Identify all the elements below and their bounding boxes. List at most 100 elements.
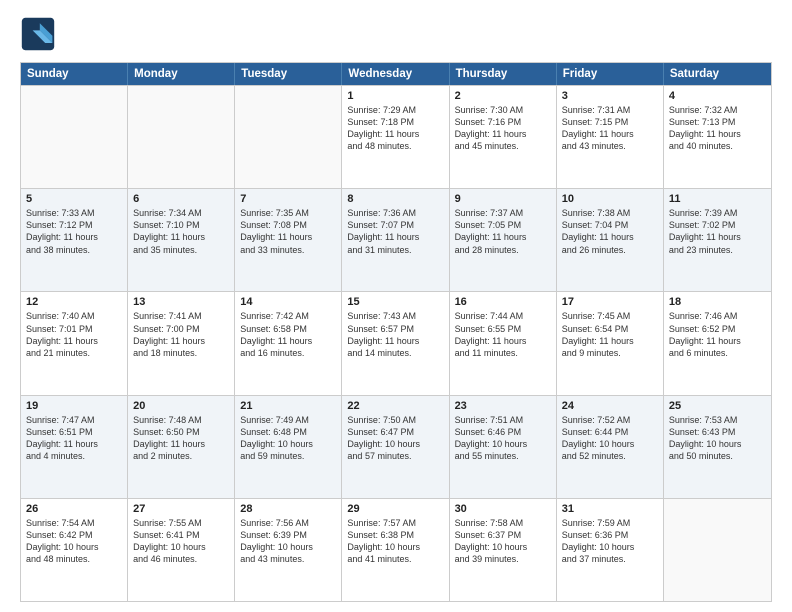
day-number: 31 (562, 503, 658, 515)
calendar-cell: 2 Sunrise: 7:30 AM Sunset: 7:16 PM Daylig… (450, 86, 557, 188)
cell-info: Sunrise: 7:48 AM Sunset: 6:50 PM Dayligh… (133, 414, 229, 463)
calendar-cell (21, 86, 128, 188)
day-number: 16 (455, 296, 551, 308)
calendar-cell: 4 Sunrise: 7:32 AM Sunset: 7:13 PM Daylig… (664, 86, 771, 188)
calendar-cell: 12 Sunrise: 7:40 AM Sunset: 7:01 PM Dayli… (21, 292, 128, 394)
calendar-cell: 24 Sunrise: 7:52 AM Sunset: 6:44 PM Dayli… (557, 396, 664, 498)
calendar-cell: 16 Sunrise: 7:44 AM Sunset: 6:55 PM Dayli… (450, 292, 557, 394)
calendar-cell: 13Sunrise: 7:41 AM Sunset: 7:00 PM Dayli… (128, 292, 235, 394)
weekday-header: Sunday (21, 63, 128, 85)
cell-info: Sunrise: 7:29 AM Sunset: 7:18 PM Dayligh… (347, 104, 443, 153)
cell-info: Sunrise: 7:46 AM Sunset: 6:52 PM Dayligh… (669, 310, 766, 359)
header (20, 16, 772, 52)
calendar: SundayMondayTuesdayWednesdayThursdayFrid… (20, 62, 772, 602)
calendar-cell: 18Sunrise: 7:46 AM Sunset: 6:52 PM Dayli… (664, 292, 771, 394)
calendar-cell: 20 Sunrise: 7:48 AM Sunset: 6:50 PM Dayli… (128, 396, 235, 498)
cell-info: Sunrise: 7:38 AM Sunset: 7:04 PM Dayligh… (562, 207, 658, 256)
calendar-cell: 6 Sunrise: 7:34 AM Sunset: 7:10 PM Daylig… (128, 189, 235, 291)
calendar-cell (128, 86, 235, 188)
calendar-cell: 15 Sunrise: 7:43 AM Sunset: 6:57 PM Dayli… (342, 292, 449, 394)
calendar-cell: 5 Sunrise: 7:33 AM Sunset: 7:12 PM Daylig… (21, 189, 128, 291)
day-number: 7 (240, 193, 336, 205)
calendar-cell: 30 Sunrise: 7:58 AM Sunset: 6:37 PM Dayli… (450, 499, 557, 601)
calendar-cell (664, 499, 771, 601)
day-number: 23 (455, 400, 551, 412)
day-number: 9 (455, 193, 551, 205)
cell-info: Sunrise: 7:58 AM Sunset: 6:37 PM Dayligh… (455, 517, 551, 566)
cell-info: Sunrise: 7:34 AM Sunset: 7:10 PM Dayligh… (133, 207, 229, 256)
cell-info: Sunrise: 7:56 AM Sunset: 6:39 PM Dayligh… (240, 517, 336, 566)
day-number: 5 (26, 193, 122, 205)
day-number: 14 (240, 296, 336, 308)
day-number: 22 (347, 400, 443, 412)
day-number: 21 (240, 400, 336, 412)
day-number: 6 (133, 193, 229, 205)
cell-info: Sunrise: 7:50 AM Sunset: 6:47 PM Dayligh… (347, 414, 443, 463)
cell-info: Sunrise: 7:42 AM Sunset: 6:58 PM Dayligh… (240, 310, 336, 359)
page: SundayMondayTuesdayWednesdayThursdayFrid… (0, 0, 792, 612)
cell-info: Sunrise: 7:40 AM Sunset: 7:01 PM Dayligh… (26, 310, 122, 359)
logo (20, 16, 60, 52)
cell-info: Sunrise: 7:35 AM Sunset: 7:08 PM Dayligh… (240, 207, 336, 256)
cell-info: Sunrise: 7:33 AM Sunset: 7:12 PM Dayligh… (26, 207, 122, 256)
day-number: 20 (133, 400, 229, 412)
day-number: 27 (133, 503, 229, 515)
cell-info: Sunrise: 7:55 AM Sunset: 6:41 PM Dayligh… (133, 517, 229, 566)
cell-info: Sunrise: 7:43 AM Sunset: 6:57 PM Dayligh… (347, 310, 443, 359)
logo-icon (20, 16, 56, 52)
calendar-cell: 28 Sunrise: 7:56 AM Sunset: 6:39 PM Dayli… (235, 499, 342, 601)
calendar-cell: 23 Sunrise: 7:51 AM Sunset: 6:46 PM Dayli… (450, 396, 557, 498)
calendar-cell: 10 Sunrise: 7:38 AM Sunset: 7:04 PM Dayli… (557, 189, 664, 291)
cell-info: Sunrise: 7:37 AM Sunset: 7:05 PM Dayligh… (455, 207, 551, 256)
day-number: 1 (347, 90, 443, 102)
day-number: 26 (26, 503, 122, 515)
cell-info: Sunrise: 7:47 AM Sunset: 6:51 PM Dayligh… (26, 414, 122, 463)
calendar-cell: 19 Sunrise: 7:47 AM Sunset: 6:51 PM Dayli… (21, 396, 128, 498)
calendar-cell: 7 Sunrise: 7:35 AM Sunset: 7:08 PM Daylig… (235, 189, 342, 291)
cell-info: Sunrise: 7:52 AM Sunset: 6:44 PM Dayligh… (562, 414, 658, 463)
calendar-body: 1 Sunrise: 7:29 AM Sunset: 7:18 PM Daylig… (21, 85, 771, 601)
cell-info: Sunrise: 7:57 AM Sunset: 6:38 PM Dayligh… (347, 517, 443, 566)
calendar-row: 1 Sunrise: 7:29 AM Sunset: 7:18 PM Daylig… (21, 85, 771, 188)
calendar-cell: 8Sunrise: 7:36 AM Sunset: 7:07 PM Daylig… (342, 189, 449, 291)
cell-info: Sunrise: 7:44 AM Sunset: 6:55 PM Dayligh… (455, 310, 551, 359)
day-number: 17 (562, 296, 658, 308)
day-number: 19 (26, 400, 122, 412)
calendar-cell: 31 Sunrise: 7:59 AM Sunset: 6:36 PM Dayli… (557, 499, 664, 601)
calendar-cell: 3 Sunrise: 7:31 AM Sunset: 7:15 PM Daylig… (557, 86, 664, 188)
calendar-row: 12 Sunrise: 7:40 AM Sunset: 7:01 PM Dayli… (21, 291, 771, 394)
calendar-cell: 9 Sunrise: 7:37 AM Sunset: 7:05 PM Daylig… (450, 189, 557, 291)
calendar-cell: 1 Sunrise: 7:29 AM Sunset: 7:18 PM Daylig… (342, 86, 449, 188)
cell-info: Sunrise: 7:32 AM Sunset: 7:13 PM Dayligh… (669, 104, 766, 153)
day-number: 15 (347, 296, 443, 308)
day-number: 30 (455, 503, 551, 515)
cell-info: Sunrise: 7:59 AM Sunset: 6:36 PM Dayligh… (562, 517, 658, 566)
day-number: 24 (562, 400, 658, 412)
calendar-cell: 25Sunrise: 7:53 AM Sunset: 6:43 PM Dayli… (664, 396, 771, 498)
day-number: 11 (669, 193, 766, 205)
cell-info: Sunrise: 7:45 AM Sunset: 6:54 PM Dayligh… (562, 310, 658, 359)
calendar-cell (235, 86, 342, 188)
day-number: 8 (347, 193, 443, 205)
day-number: 4 (669, 90, 766, 102)
cell-info: Sunrise: 7:39 AM Sunset: 7:02 PM Dayligh… (669, 207, 766, 256)
weekday-header: Tuesday (235, 63, 342, 85)
cell-info: Sunrise: 7:54 AM Sunset: 6:42 PM Dayligh… (26, 517, 122, 566)
day-number: 25 (669, 400, 766, 412)
calendar-cell: 29Sunrise: 7:57 AM Sunset: 6:38 PM Dayli… (342, 499, 449, 601)
weekday-header: Friday (557, 63, 664, 85)
day-number: 28 (240, 503, 336, 515)
day-number: 10 (562, 193, 658, 205)
cell-info: Sunrise: 7:31 AM Sunset: 7:15 PM Dayligh… (562, 104, 658, 153)
calendar-cell: 21Sunrise: 7:49 AM Sunset: 6:48 PM Dayli… (235, 396, 342, 498)
day-number: 2 (455, 90, 551, 102)
calendar-row: 5 Sunrise: 7:33 AM Sunset: 7:12 PM Daylig… (21, 188, 771, 291)
day-number: 3 (562, 90, 658, 102)
cell-info: Sunrise: 7:51 AM Sunset: 6:46 PM Dayligh… (455, 414, 551, 463)
day-number: 12 (26, 296, 122, 308)
weekday-header: Monday (128, 63, 235, 85)
calendar-row: 19 Sunrise: 7:47 AM Sunset: 6:51 PM Dayli… (21, 395, 771, 498)
weekday-header: Wednesday (342, 63, 449, 85)
calendar-cell: 27 Sunrise: 7:55 AM Sunset: 6:41 PM Dayli… (128, 499, 235, 601)
cell-info: Sunrise: 7:30 AM Sunset: 7:16 PM Dayligh… (455, 104, 551, 153)
